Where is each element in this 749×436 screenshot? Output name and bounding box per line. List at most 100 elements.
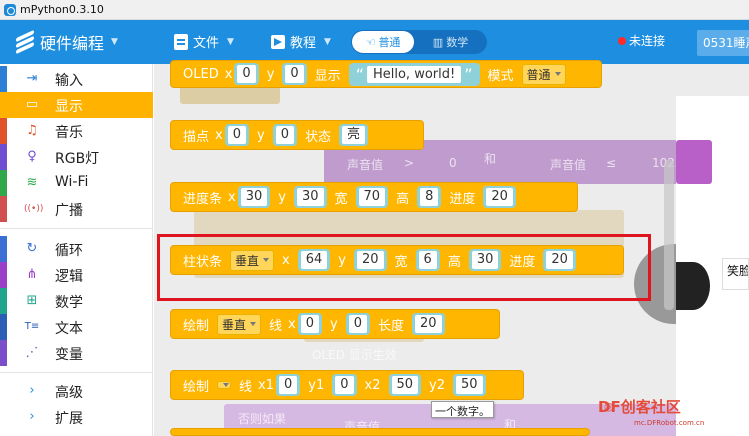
orientation-dropdown[interactable]: 垂直 [217, 313, 262, 335]
heart-shape-icon [676, 262, 710, 310]
number-value[interactable]: 0 [300, 315, 320, 333]
app-icon [4, 3, 16, 16]
line-type-dropdown[interactable] [217, 381, 232, 389]
smile-face-button[interactable]: 笑脸 [722, 258, 749, 290]
number-value[interactable]: 50 [391, 376, 419, 394]
category-label: 输入 [55, 73, 83, 89]
category-color-bar [0, 340, 7, 366]
number-slot[interactable]: 50 [453, 374, 486, 396]
category-input[interactable]: ⇥ 输入 [0, 66, 153, 92]
window-titlebar: mPython0.3.10 [0, 0, 749, 20]
number-slot[interactable]: 30 [293, 186, 327, 208]
divider [0, 228, 153, 229]
connection-status[interactable]: 未连接 [618, 32, 665, 49]
category-math[interactable]: ⊞ 数学 [0, 288, 153, 314]
number-slot[interactable]: 30 [237, 186, 271, 208]
block-label: 绘制 [183, 318, 210, 334]
number-value[interactable]: 0 [237, 65, 256, 83]
number-slot[interactable]: 0 [332, 374, 357, 396]
partial-block[interactable] [170, 428, 590, 436]
mode-toggle[interactable]: ☜ 普通 ▥ 数学 [351, 30, 487, 54]
category-label: RGB灯 [55, 151, 100, 167]
chevron-right-icon: › [29, 383, 35, 398]
number-slot[interactable]: 0 [234, 63, 259, 85]
mode-text-button[interactable]: ▥ 数学 [414, 34, 487, 50]
category-color-bar [0, 144, 7, 170]
file-menu-button[interactable]: 文件 ▼ [174, 32, 234, 51]
category-text[interactable]: T≡ 文本 [0, 314, 153, 340]
number-value[interactable]: 0 [279, 376, 298, 394]
block-label: 高 [396, 191, 410, 207]
category-loop[interactable]: ↻ 循环 [0, 236, 153, 262]
number-value[interactable]: 20 [486, 188, 513, 206]
brand-menu[interactable]: 硬件编程 ▼ [14, 29, 118, 55]
file-icon [174, 33, 188, 50]
draw-hv-line-block[interactable]: 绘制 垂直 线 x 0 y 0 长度 20 [170, 309, 500, 339]
progress-bar-block[interactable]: 进度条 x 30 y 30 宽 70 高 8 进度 20 [170, 182, 578, 212]
number-slot[interactable]: 0 [276, 374, 301, 396]
device-selector[interactable]: 0531睡声 [697, 30, 749, 56]
tutorial-menu-button[interactable]: 教程 ▼ [271, 32, 331, 51]
number-value[interactable]: 20 [415, 315, 442, 333]
category-display[interactable]: ▭ 显示 [0, 92, 153, 118]
category-label: 广播 [55, 203, 83, 219]
number-value[interactable]: 0 [275, 126, 294, 144]
number-value[interactable]: 8 [420, 188, 439, 206]
category-variable[interactable]: ⋰ 变量 [0, 340, 153, 366]
loop-icon: ↻ [26, 241, 38, 256]
quote-icon: ” [464, 64, 473, 84]
number-value[interactable]: 50 [456, 376, 483, 394]
category-broadcast[interactable]: ((•)) 广播 [0, 196, 153, 222]
block-label: 模式 [487, 68, 514, 84]
block-label: 描点 [183, 129, 210, 145]
number-value[interactable]: 70 [358, 188, 386, 206]
state-value[interactable]: 亮 [342, 126, 366, 144]
number-value[interactable]: 30 [240, 188, 268, 206]
text-value[interactable]: Hello, world! [366, 65, 462, 83]
number-slot[interactable]: 20 [483, 186, 516, 208]
number-slot[interactable]: 50 [388, 374, 422, 396]
input-icon: ⇥ [26, 71, 38, 86]
oled-show-block[interactable]: OLED x 0 y 0 显示 “ Hello, world! ” 模式 普通 [170, 60, 602, 88]
number-value[interactable]: 0 [348, 315, 368, 333]
number-value[interactable]: 0 [335, 376, 354, 394]
draw-pixel-block[interactable]: 描点 x 0 y 0 状态 亮 [170, 120, 424, 150]
category-advanced[interactable]: › 高级 [0, 378, 153, 404]
workspace-scrollbar[interactable] [664, 160, 674, 310]
number-slot[interactable]: 20 [412, 313, 445, 335]
watermark-brand: DF创客社区 [598, 398, 681, 416]
number-slot[interactable]: 8 [417, 186, 442, 208]
category-wifi[interactable]: ≋ Wi-Fi [0, 170, 153, 196]
category-logic[interactable]: ⋔ 逻辑 [0, 262, 153, 288]
number-slot[interactable]: 70 [355, 186, 389, 208]
draw-line-block[interactable]: 绘制 线 x1 0 y1 0 x2 50 y2 50 [170, 370, 524, 400]
block-label: x [224, 66, 233, 82]
number-value[interactable]: 0 [285, 65, 304, 83]
text-slot[interactable]: “ Hello, world! ” [348, 62, 480, 86]
category-color-bar [0, 196, 7, 222]
mode-dropdown[interactable]: 普通 [521, 63, 566, 85]
number-slot[interactable]: 0 [224, 124, 249, 146]
number-value[interactable]: 0 [227, 126, 246, 144]
category-music[interactable]: ♫ 音乐 [0, 118, 153, 144]
number-slot[interactable]: 0 [282, 63, 307, 85]
number-value[interactable]: 30 [296, 188, 324, 206]
number-slot[interactable]: 0 [297, 313, 323, 335]
number-tooltip: 一个数字。 [431, 401, 494, 418]
category-extension[interactable]: › 扩展 [0, 404, 153, 430]
block-label: 绘制 [183, 379, 210, 395]
file-menu-label: 文件 [193, 36, 220, 51]
number-slot[interactable]: 0 [345, 313, 371, 335]
mode-normal-button[interactable]: ☜ 普通 [352, 31, 414, 53]
number-slot[interactable]: 0 [272, 124, 297, 146]
category-label: 逻辑 [55, 269, 83, 285]
ghost-label: ≤ [606, 156, 617, 170]
block-label: y [257, 127, 265, 143]
block-label: y [266, 66, 275, 82]
category-rgb[interactable]: ♀ RGB灯 [0, 144, 153, 170]
category-label: 高级 [55, 385, 83, 401]
ghost-label: 声音值 [347, 158, 384, 172]
state-slot[interactable]: 亮 [339, 124, 369, 146]
ghost-label: 声音值 [550, 158, 587, 172]
connection-status-label: 未连接 [629, 34, 666, 48]
